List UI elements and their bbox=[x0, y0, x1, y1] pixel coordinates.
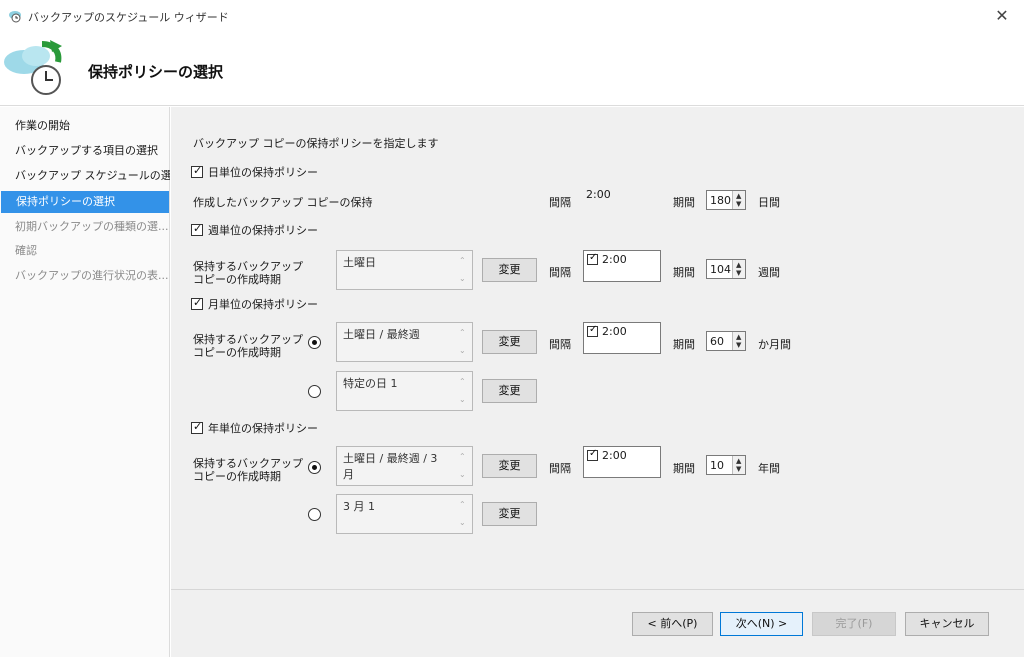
backup-schedule-icon bbox=[4, 40, 62, 95]
title-bar: バックアップのスケジュール ウィザード ✕ bbox=[0, 0, 1024, 32]
sidebar-item-select-schedule[interactable]: バックアップ スケジュールの選択 bbox=[0, 165, 170, 187]
daily-period-value[interactable]: 180 bbox=[710, 194, 731, 207]
yearly-option2-change-button[interactable]: 変更 bbox=[482, 502, 537, 526]
weekly-day-box: 土曜日 ⌃ ⌄ bbox=[336, 250, 473, 290]
monthly-period-spinner[interactable]: 60 ▲ ▼ bbox=[706, 331, 746, 351]
spin-up-icon[interactable]: ▲ bbox=[736, 333, 741, 341]
monthly-period-value[interactable]: 60 bbox=[710, 335, 724, 348]
weekly-time-value[interactable]: 2:00 bbox=[602, 253, 627, 266]
weekly-keep-label-line2: コピーの作成時期 bbox=[193, 273, 281, 286]
weekly-period-label: 期間 bbox=[673, 266, 695, 279]
monthly-period-unit: か月間 bbox=[758, 338, 791, 351]
yearly-option2-radio[interactable] bbox=[308, 508, 321, 521]
monthly-time-checkbox[interactable] bbox=[587, 324, 598, 337]
monthly-interval-label: 間隔 bbox=[549, 338, 571, 351]
monthly-policy-label: 月単位の保持ポリシー bbox=[208, 298, 318, 311]
monthly-time-picker[interactable]: 2:00 bbox=[583, 322, 661, 354]
yearly-time-value[interactable]: 2:00 bbox=[602, 449, 627, 462]
yearly-option2-box: 3 月 1 ⌃ ⌄ bbox=[336, 494, 473, 534]
monthly-period-label: 期間 bbox=[673, 338, 695, 351]
yearly-option1-line1: 土曜日 / 最終週 / 3 bbox=[343, 452, 438, 465]
daily-period-unit: 日間 bbox=[758, 196, 780, 209]
yearly-interval-label: 間隔 bbox=[549, 462, 571, 475]
monthly-option2-value: 特定の日 1 bbox=[343, 377, 398, 390]
spin-down-icon[interactable]: ▼ bbox=[736, 465, 741, 473]
monthly-keep-label-line2: コピーの作成時期 bbox=[193, 346, 281, 359]
monthly-option2-change-button[interactable]: 変更 bbox=[482, 379, 537, 403]
cancel-button[interactable]: キャンセル bbox=[905, 612, 989, 636]
yearly-keep-label-line2: コピーの作成時期 bbox=[193, 470, 281, 483]
weekly-period-unit: 週間 bbox=[758, 266, 780, 279]
next-button[interactable]: 次へ(N) > bbox=[720, 612, 803, 636]
yearly-period-unit: 年間 bbox=[758, 462, 780, 475]
daily-period-label: 期間 bbox=[673, 196, 695, 209]
spin-down-icon[interactable]: ▼ bbox=[736, 269, 741, 277]
sidebar-item-initial-backup-type: 初期バックアップの種類の選... bbox=[15, 220, 169, 233]
yearly-option2-value: 3 月 1 bbox=[343, 500, 375, 513]
yearly-option1-line2: 月 bbox=[343, 468, 354, 481]
weekly-change-button[interactable]: 変更 bbox=[482, 258, 537, 282]
monthly-option1-radio[interactable] bbox=[308, 336, 321, 349]
spin-down-icon[interactable]: ▼ bbox=[736, 341, 741, 349]
close-icon[interactable]: ✕ bbox=[990, 4, 1014, 28]
yearly-option1-change-button[interactable]: 変更 bbox=[482, 454, 537, 478]
yearly-period-label: 期間 bbox=[673, 462, 695, 475]
weekly-period-value[interactable]: 104 bbox=[710, 263, 731, 276]
daily-interval-label: 間隔 bbox=[549, 196, 571, 209]
wizard-steps-sidebar: 作業の開始 バックアップする項目の選択 バックアップ スケジュールの選択 保持ポ… bbox=[0, 107, 170, 657]
yearly-option1-box: 土曜日 / 最終週 / 3 月 ⌃ ⌄ bbox=[336, 446, 473, 486]
yearly-time-checkbox[interactable] bbox=[587, 448, 598, 461]
sidebar-item-select-items[interactable]: バックアップする項目の選択 bbox=[0, 140, 170, 162]
intro-text: バックアップ コピーの保持ポリシーを指定します bbox=[193, 137, 439, 150]
spin-up-icon[interactable]: ▲ bbox=[736, 261, 741, 269]
sidebar-item-confirm: 確認 bbox=[15, 244, 37, 257]
page-title: 保持ポリシーの選択 bbox=[88, 63, 224, 81]
yearly-period-spinner[interactable]: 10 ▲ ▼ bbox=[706, 455, 746, 475]
monthly-policy-checkbox[interactable] bbox=[191, 296, 203, 310]
sidebar-item-retention-policy[interactable]: 保持ポリシーの選択 bbox=[1, 191, 169, 213]
yearly-policy-label: 年単位の保持ポリシー bbox=[208, 422, 318, 435]
weekly-policy-label: 週単位の保持ポリシー bbox=[208, 224, 318, 237]
backup-app-icon bbox=[9, 11, 21, 23]
yearly-option1-radio[interactable] bbox=[308, 461, 321, 474]
daily-period-spinner[interactable]: 180 ▲ ▼ bbox=[706, 190, 746, 210]
spin-up-icon[interactable]: ▲ bbox=[736, 192, 741, 200]
yearly-policy-checkbox[interactable] bbox=[191, 420, 203, 434]
weekly-time-picker[interactable]: 2:00 bbox=[583, 250, 661, 282]
monthly-time-value[interactable]: 2:00 bbox=[602, 325, 627, 338]
wizard-header: 保持ポリシーの選択 bbox=[0, 32, 1024, 106]
daily-policy-label: 日単位の保持ポリシー bbox=[208, 166, 318, 179]
monthly-option1-value: 土曜日 / 最終週 bbox=[343, 328, 420, 341]
finish-button: 完了(F) bbox=[812, 612, 896, 636]
daily-keep-label: 作成したバックアップ コピーの保持 bbox=[193, 196, 373, 209]
spin-up-icon[interactable]: ▲ bbox=[736, 457, 741, 465]
back-button[interactable]: < 前へ(P) bbox=[632, 612, 713, 636]
spin-down-icon[interactable]: ▼ bbox=[736, 200, 741, 208]
daily-time-value: 2:00 bbox=[586, 188, 611, 201]
weekly-interval-label: 間隔 bbox=[549, 266, 571, 279]
monthly-option2-box: 特定の日 1 ⌃ ⌄ bbox=[336, 371, 473, 411]
window-title: バックアップのスケジュール ウィザード bbox=[28, 11, 229, 24]
weekly-time-checkbox[interactable] bbox=[587, 252, 598, 265]
footer-divider bbox=[171, 589, 1024, 590]
daily-policy-checkbox[interactable] bbox=[191, 164, 203, 178]
weekly-day-value: 土曜日 bbox=[343, 256, 376, 269]
sidebar-item-progress: バックアップの進行状況の表... bbox=[15, 269, 169, 282]
monthly-option1-change-button[interactable]: 変更 bbox=[482, 330, 537, 354]
weekly-period-spinner[interactable]: 104 ▲ ▼ bbox=[706, 259, 746, 279]
monthly-option2-radio[interactable] bbox=[308, 385, 321, 398]
weekly-policy-checkbox[interactable] bbox=[191, 222, 203, 236]
sidebar-item-getting-started[interactable]: 作業の開始 bbox=[0, 115, 170, 137]
monthly-option1-box: 土曜日 / 最終週 ⌃ ⌄ bbox=[336, 322, 473, 362]
yearly-time-picker[interactable]: 2:00 bbox=[583, 446, 661, 478]
yearly-period-value[interactable]: 10 bbox=[710, 459, 724, 472]
